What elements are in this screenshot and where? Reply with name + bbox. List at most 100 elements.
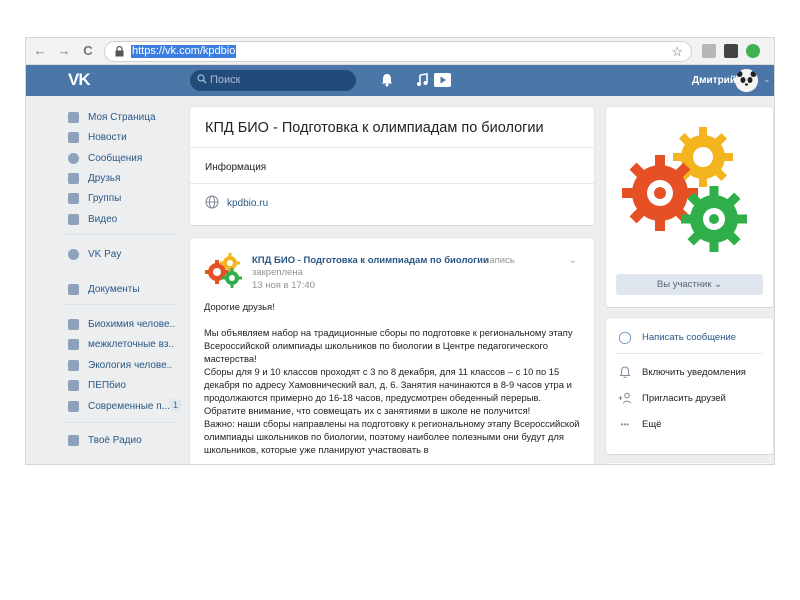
group-icon: [68, 360, 79, 371]
bookmark-star-icon[interactable]: ☆: [671, 44, 683, 60]
sidebar-item-news[interactable]: Новости: [66, 130, 181, 148]
pinned-post: КПД БИО - Подготовка к олимпиадам по био…: [190, 238, 594, 464]
sidebar-item-documents[interactable]: Документы: [66, 282, 181, 300]
post-paragraph: Дорогие друзья!: [204, 301, 275, 312]
news-icon: [68, 132, 79, 143]
post-text: Дорогие друзья! Мы объявляем набор на тр…: [204, 300, 584, 456]
sidebar-item-label: Сообщения: [88, 153, 143, 164]
apps-icon: [68, 435, 79, 446]
grammarly-icon[interactable]: [746, 44, 760, 58]
group-avatar[interactable]: [204, 250, 242, 288]
message-bubble-icon: ◯: [618, 330, 632, 344]
home-icon: [68, 112, 79, 123]
sidebar-item-radio[interactable]: Твоё Радио: [66, 433, 181, 451]
search-input[interactable]: Поиск: [190, 70, 356, 91]
info-toggle[interactable]: Информация: [205, 162, 266, 173]
user-name[interactable]: Дмитрий: [692, 75, 736, 86]
reload-icon[interactable]: C: [80, 43, 96, 59]
action-label: Включить уведомления: [642, 367, 746, 378]
group-icon: [68, 401, 79, 412]
menu-divider: [66, 422, 176, 423]
sidebar-item-group-1[interactable]: Биохимия челове..: [66, 317, 181, 335]
group-icon: [68, 319, 79, 330]
documents-icon: [68, 284, 79, 295]
divider: [190, 147, 594, 148]
menu-divider: [66, 304, 176, 305]
group-icon: [68, 380, 79, 391]
sidebar-item-label: Друзья: [88, 173, 121, 184]
play-icon[interactable]: [434, 73, 451, 87]
page-title: КПД БИО - Подготовка к олимпиадам по био…: [205, 120, 544, 136]
sidebar-item-label: межклеточные вз..: [88, 339, 174, 350]
group-icon: [68, 339, 79, 350]
avatar[interactable]: [735, 69, 758, 92]
sidebar-item-group-2[interactable]: межклеточные вз..: [66, 337, 181, 355]
search-icon: [197, 74, 207, 84]
browser-toolbar: ← → C https://vk.com/kpdbio ☆: [26, 38, 774, 65]
sidebar-item-label: Видео: [88, 214, 118, 225]
address-bar[interactable]: https://vk.com/kpdbio ☆: [104, 41, 692, 62]
sidebar-item-my-page[interactable]: Моя Страница: [66, 110, 181, 128]
groups-icon: [68, 193, 79, 204]
sidebar-item-vkpay[interactable]: VK Pay: [66, 247, 181, 265]
download-icon[interactable]: [702, 44, 716, 58]
website-link[interactable]: kpdbio.ru: [227, 198, 268, 209]
sidebar-item-label: Экология челове..: [88, 360, 173, 371]
pinned-label: закреплена: [252, 267, 303, 278]
pinned-label: запись: [485, 255, 515, 266]
sidebar-item-group-4[interactable]: ПЕПбио: [66, 378, 181, 396]
divider: [190, 183, 594, 184]
vkpay-icon: [68, 249, 79, 260]
sidebar-item-friends[interactable]: Друзья: [66, 171, 181, 189]
sidebar-item-label: Документы: [88, 284, 140, 295]
post-paragraph: Мы объявляем набор на традиционные сборы…: [204, 327, 580, 455]
group-cover-card: Вы участник ⌄: [606, 107, 773, 307]
url-text[interactable]: https://vk.com/kpdbio: [131, 45, 237, 58]
music-icon[interactable]: [416, 73, 428, 87]
messages-icon: [68, 153, 79, 164]
post-author-link[interactable]: КПД БИО - Подготовка к олимпиадам по био…: [252, 255, 489, 266]
back-icon[interactable]: ←: [32, 43, 48, 59]
bell-icon: [619, 366, 631, 378]
membership-button[interactable]: Вы участник ⌄: [616, 274, 763, 295]
menu-divider: [66, 234, 176, 235]
browser-window: ← → C https://vk.com/kpdbio ☆ VK Поиск Д…: [25, 37, 775, 465]
video-icon: [68, 214, 79, 225]
group-header-card: КПД БИО - Подготовка к олимпиадам по био…: [190, 107, 594, 225]
sidebar-item-label: Биохимия челове..: [88, 319, 176, 330]
bell-icon[interactable]: [381, 73, 393, 87]
gears-logo: [622, 127, 747, 252]
sidebar-item-label: Группы: [88, 193, 122, 204]
chevron-down-icon[interactable]: ⌄: [763, 74, 771, 85]
sidebar-item-label: Моя Страница: [88, 112, 156, 123]
sidebar-item-video[interactable]: Видео: [66, 212, 181, 230]
group-actions-card: ◯ Написать сообщение Включить уведомлени…: [606, 318, 773, 454]
sidebar-item-groups[interactable]: Группы: [66, 191, 181, 209]
search-placeholder: Поиск: [210, 74, 241, 86]
extension-icon[interactable]: [724, 44, 738, 58]
more-icon: •••: [620, 420, 630, 429]
chevron-down-icon[interactable]: ⌄: [569, 255, 577, 266]
vk-logo[interactable]: VK: [68, 70, 91, 90]
sidebar-item-group-3[interactable]: Экология челове..: [66, 358, 181, 376]
sidebar-item-label: Твоё Радио: [88, 435, 142, 446]
action-label: Пригласить друзей: [642, 393, 726, 404]
sidebar-item-label: Современные п...: [88, 401, 170, 412]
globe-icon: [205, 195, 219, 209]
sidebar-item-label: VK Pay: [88, 249, 122, 260]
post-date[interactable]: 13 ноя в 17:40: [252, 280, 315, 291]
divider: [616, 353, 763, 354]
friends-icon: [68, 173, 79, 184]
action-label: Ещё: [642, 419, 662, 430]
sidebar-item-label: ПЕПбио: [88, 380, 126, 391]
counter-badge: 1: [169, 399, 181, 411]
add-friend-icon: [618, 392, 631, 404]
forward-icon[interactable]: →: [56, 43, 72, 59]
lock-icon: [115, 46, 124, 57]
next-card: [606, 463, 773, 464]
sidebar-item-messages[interactable]: Сообщения: [66, 151, 181, 169]
vk-header: VK Поиск Дмитрий ⌄: [26, 65, 774, 96]
action-label: Написать сообщение: [642, 332, 737, 343]
sidebar-item-group-5[interactable]: Современные п... 1: [66, 399, 181, 417]
sidebar-item-label: Новости: [88, 132, 127, 143]
